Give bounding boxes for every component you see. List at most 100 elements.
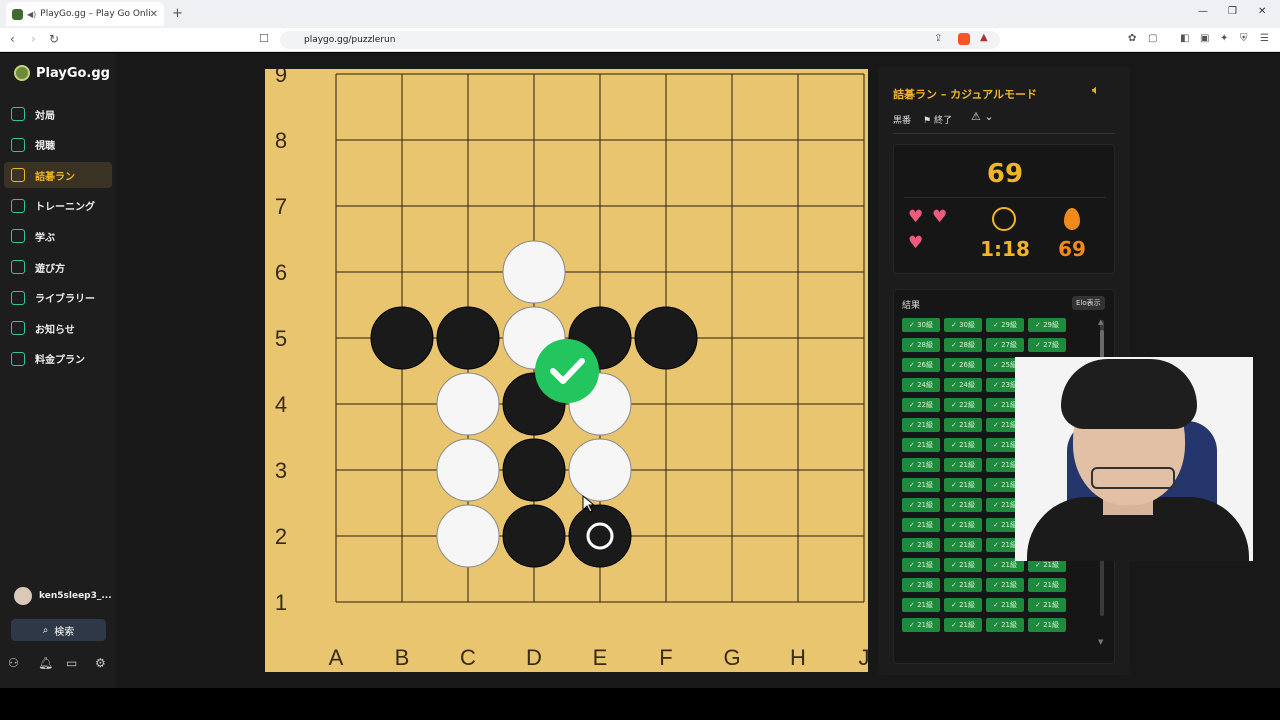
forward-icon[interactable]: ›	[31, 32, 36, 46]
chat-bubble-icon[interactable]: ▭	[66, 656, 77, 670]
sidebar-item-6[interactable]: ライブラリー	[4, 285, 112, 311]
result-badge[interactable]: ✓ 21級	[902, 458, 940, 472]
heart-icon: ♥	[908, 233, 924, 253]
url-field[interactable]: playgo.gg/puzzlerun	[280, 31, 1000, 49]
result-badge[interactable]: ✓ 21級	[1028, 578, 1066, 592]
sidebar-item-2[interactable]: 詰碁ラン	[4, 162, 112, 189]
sidebar-item-4[interactable]: 学ぶ	[4, 223, 112, 249]
sidebar-item-1[interactable]: 視聴	[4, 132, 112, 158]
friends-icon[interactable]: ⚇	[8, 656, 19, 670]
result-badge[interactable]: ✓ 21級	[944, 578, 982, 592]
sidebar: PlayGo.gg 対局視聴詰碁ラントレーニング学ぶ遊び方ライブラリーお知らせ料…	[0, 53, 116, 688]
result-badge[interactable]: ✓ 27級	[1028, 338, 1066, 352]
scroll-down-icon[interactable]: ▼	[1098, 638, 1103, 646]
leo-ai-icon[interactable]: ✦	[1220, 33, 1228, 44]
panel-icon[interactable]: ◧	[1180, 33, 1189, 44]
settings-gear-icon[interactable]: ⚙	[95, 656, 106, 670]
brave-shields-icon[interactable]	[958, 33, 970, 45]
share-icon[interactable]: ⇪	[934, 33, 942, 44]
result-badge[interactable]: ✓ 21級	[902, 598, 940, 612]
result-badge[interactable]: ✓ 21級	[944, 478, 982, 492]
success-check-icon	[535, 339, 599, 403]
tab-close-icon[interactable]: ✕	[150, 9, 158, 20]
row-label: 5	[275, 326, 287, 351]
result-badge[interactable]: ✓ 21級	[902, 538, 940, 552]
sidebar-item-8[interactable]: 料金プラン	[4, 346, 112, 372]
minimize-icon[interactable]: —	[1198, 6, 1208, 17]
logo[interactable]: PlayGo.gg	[14, 65, 110, 81]
bookmark-icon[interactable]: ☐	[259, 32, 269, 45]
result-badge[interactable]: ✓ 21級	[902, 578, 940, 592]
sidebar-item-7[interactable]: お知らせ	[4, 315, 112, 341]
result-badge[interactable]: ✓ 21級	[902, 518, 940, 532]
result-badge[interactable]: ✓ 28級	[944, 338, 982, 352]
elo-toggle-button[interactable]: Elo表示	[1072, 296, 1105, 310]
sidebar-item-label: 対局	[35, 110, 55, 122]
vpn-icon[interactable]: ⛨	[1240, 33, 1248, 44]
result-badge[interactable]: ✓ 21級	[986, 598, 1024, 612]
search-button[interactable]: ⌕ 検索	[11, 619, 106, 641]
go-board[interactable]: A B C D E F G H J 9 8 7 6 5 4 3 2 1	[265, 69, 868, 672]
result-badge[interactable]: ✓ 30級	[944, 318, 982, 332]
user-profile[interactable]: ken5sleep3_...	[14, 587, 112, 605]
result-badge[interactable]: ✓ 21級	[902, 618, 940, 632]
result-badge[interactable]: ✓ 21級	[944, 538, 982, 552]
url-text: playgo.gg/puzzlerun	[304, 35, 396, 45]
result-badge[interactable]: ✓ 21級	[902, 438, 940, 452]
result-badge[interactable]: ✓ 26級	[944, 358, 982, 372]
result-badge[interactable]: ✓ 24級	[944, 378, 982, 392]
result-badge[interactable]: ✓ 21級	[944, 518, 982, 532]
result-badge[interactable]: ✓ 28級	[902, 338, 940, 352]
restore-icon[interactable]: ❐	[1228, 6, 1237, 17]
result-badge[interactable]: ✓ 21級	[944, 418, 982, 432]
result-badge[interactable]: ✓ 21級	[944, 618, 982, 632]
sidebar-item-label: トレーニング	[35, 202, 95, 214]
divider	[893, 133, 1115, 134]
result-badge[interactable]: ✓ 22級	[902, 398, 940, 412]
brave-rewards-icon[interactable]: ▲	[980, 32, 992, 44]
back-icon[interactable]: ‹	[10, 32, 15, 46]
sidebar-item-5[interactable]: 遊び方	[4, 254, 112, 280]
bell-icon[interactable]: 🔔︎	[38, 656, 53, 670]
speaker-icon[interactable]: ◀)	[27, 10, 36, 19]
end-button[interactable]: ⚑ 終了	[923, 113, 952, 126]
result-badge[interactable]: ✓ 21級	[986, 618, 1024, 632]
wallet-icon[interactable]: ▣	[1200, 33, 1209, 44]
row-label: 7	[275, 194, 287, 219]
result-badge[interactable]: ✓ 30級	[902, 318, 940, 332]
reload-icon[interactable]: ↻	[49, 32, 59, 46]
result-badge[interactable]: ✓ 21級	[902, 558, 940, 572]
result-badge[interactable]: ✓ 21級	[944, 438, 982, 452]
result-badge[interactable]: ✓ 21級	[944, 598, 982, 612]
result-badge[interactable]: ✓ 21級	[944, 558, 982, 572]
result-badge[interactable]: ✓ 22級	[944, 398, 982, 412]
result-badge[interactable]: ✓ 21級	[902, 418, 940, 432]
go-board-svg[interactable]: A B C D E F G H J 9 8 7 6 5 4 3 2 1	[265, 69, 868, 672]
sidebar-item-3[interactable]: トレーニング	[4, 193, 112, 219]
sound-icon[interactable]: 🔈︎	[1092, 83, 1100, 98]
end-label: 終了	[933, 116, 952, 126]
browser-tab[interactable]: ◀) PlayGo.gg – Play Go Online ✕	[6, 2, 164, 26]
result-badge[interactable]: ✓ 27級	[986, 338, 1024, 352]
window-close-icon[interactable]: ✕	[1258, 6, 1266, 17]
sidebar-toggle-icon[interactable]: ▢	[1148, 33, 1157, 44]
result-badge[interactable]: ✓ 21級	[1028, 598, 1066, 612]
result-badge[interactable]: ✓ 21級	[944, 498, 982, 512]
scroll-up-icon[interactable]: ▲	[1098, 318, 1103, 326]
result-badge[interactable]: ✓ 21級	[986, 578, 1024, 592]
result-badge[interactable]: ✓ 24級	[902, 378, 940, 392]
menu-icon[interactable]: ☰	[1260, 33, 1269, 44]
result-badge[interactable]: ✓ 21級	[902, 498, 940, 512]
sidebar-item-label: お知らせ	[35, 324, 75, 336]
result-badge[interactable]: ✓ 21級	[902, 478, 940, 492]
report-warning-icon[interactable]: ⚠ ⌄	[971, 110, 994, 123]
result-badge[interactable]: ✓ 21級	[1028, 618, 1066, 632]
result-badge[interactable]: ✓ 29級	[1028, 318, 1066, 332]
new-tab-icon[interactable]: +	[172, 6, 183, 21]
result-badge[interactable]: ✓ 29級	[986, 318, 1024, 332]
result-badge[interactable]: ✓ 21級	[944, 458, 982, 472]
sparkle-icon	[11, 351, 25, 366]
sidebar-item-0[interactable]: 対局	[4, 101, 112, 127]
extensions-icon[interactable]: ✿	[1128, 33, 1136, 44]
result-badge[interactable]: ✓ 26級	[902, 358, 940, 372]
